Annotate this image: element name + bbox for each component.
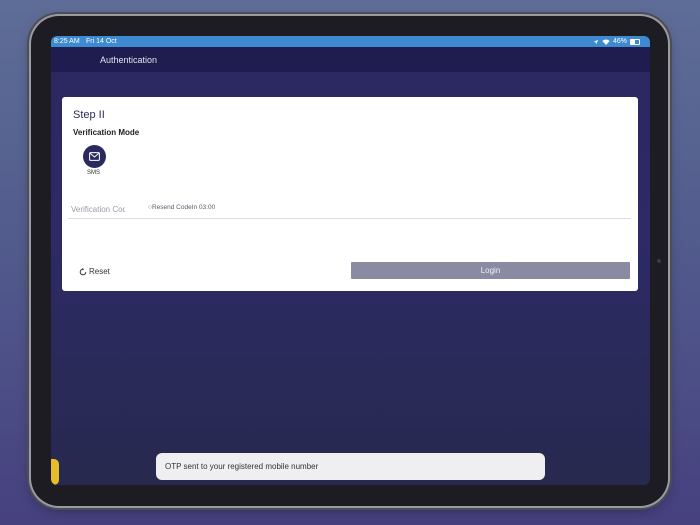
battery-percentage: 46% [612, 38, 627, 45]
camera-dot [657, 259, 661, 263]
wifi-icon [602, 39, 610, 45]
location-arrow-icon [593, 39, 599, 44]
step-title: Step II [73, 109, 105, 121]
side-accent-tab[interactable] [51, 459, 59, 485]
resend-code-text: Resend CodeIn 03:00 [151, 204, 216, 211]
status-bar: 8:25 AM Fri 14 Oct 46% [51, 36, 650, 47]
toast-message: OTP sent to your registered mobile numbe… [156, 453, 545, 480]
verification-mode-label: Verification Mode [73, 128, 140, 137]
status-right-group: 46% [593, 36, 640, 47]
login-button[interactable]: Login [351, 262, 630, 279]
battery-icon [630, 38, 640, 45]
reset-label: Reset [89, 267, 110, 276]
status-time: 8:25 AM [54, 38, 80, 45]
authentication-card: Step II Verification Mode SMS Verificati… [62, 97, 638, 291]
reset-button[interactable]: Reset [79, 267, 110, 276]
sms-mode-button[interactable] [83, 145, 106, 168]
mail-icon [89, 152, 100, 161]
app-header: Authentication [51, 47, 650, 72]
resend-code-link[interactable]: ○Resend CodeIn 03:00 [148, 204, 215, 211]
app-screen: 8:25 AM Fri 14 Oct 46% Authentication St… [51, 36, 650, 485]
header-title: Authentication [100, 55, 158, 65]
tablet-frame: 8:25 AM Fri 14 Oct 46% Authentication St… [31, 16, 668, 506]
sms-mode-label: SMS [87, 170, 101, 176]
verification-code-input[interactable]: Verification Cod [71, 205, 125, 214]
input-underline [68, 218, 631, 219]
status-date: Fri 14 Oct [86, 38, 117, 45]
reset-icon [79, 267, 87, 275]
